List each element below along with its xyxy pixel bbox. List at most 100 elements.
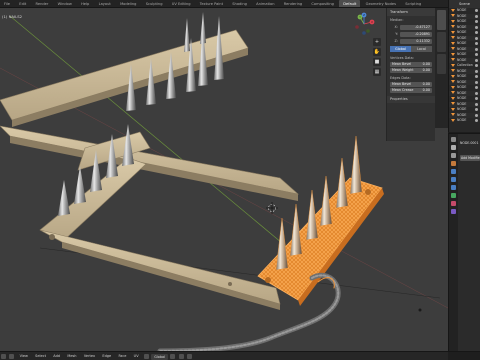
editor-type-icon[interactable] — [1, 354, 6, 359]
space-toggle: Global Local — [390, 46, 432, 52]
3d-viewport[interactable]: (1) NAILS2 X Y Z + ✋ ■ ▦ — [0, 8, 448, 351]
visibility-eye-icon[interactable] — [475, 113, 478, 117]
tab-shading[interactable]: Shading — [228, 0, 251, 7]
visibility-eye-icon[interactable] — [475, 86, 478, 90]
zoom-icon[interactable]: + — [373, 38, 381, 46]
global-toggle-button[interactable]: Global — [390, 46, 411, 52]
navigation-gizmo[interactable]: X Y Z — [352, 12, 376, 36]
visibility-eye-icon[interactable] — [475, 108, 478, 112]
visibility-eye-icon[interactable] — [475, 31, 478, 35]
visibility-eye-icon[interactable] — [475, 80, 478, 84]
menu-face[interactable]: Face — [115, 352, 129, 360]
menu-window[interactable]: Window — [54, 0, 76, 7]
sidebar-tab-tool[interactable] — [437, 32, 446, 52]
menu-add[interactable]: Add — [50, 352, 63, 360]
modifier-wrench-icon[interactable] — [451, 169, 456, 174]
properties-section-header[interactable]: Properties — [387, 96, 435, 103]
output-icon[interactable] — [451, 153, 456, 158]
edges-data-label: Edges Data: — [390, 76, 411, 80]
visibility-eye-icon[interactable] — [475, 69, 478, 73]
particles-icon[interactable] — [451, 177, 456, 182]
menu-select[interactable]: Select — [32, 352, 49, 360]
tool-icon[interactable] — [451, 137, 456, 142]
tab-rendering[interactable]: Rendering — [280, 0, 306, 7]
outliner-row-label: NODE — [457, 35, 467, 40]
svg-text:X: X — [371, 20, 373, 24]
tab-sculpting[interactable]: Sculpting — [142, 0, 167, 7]
outliner-row[interactable]: NODE — [449, 118, 480, 124]
sidebar-tab-item[interactable] — [437, 10, 446, 30]
visibility-eye-icon[interactable] — [475, 102, 478, 106]
visibility-eye-icon[interactable] — [475, 91, 478, 95]
visibility-eye-icon[interactable] — [475, 25, 478, 29]
tab-modeling[interactable]: Modeling — [116, 0, 140, 7]
outliner-row-label: NODE — [457, 13, 467, 18]
visibility-eye-icon[interactable] — [475, 47, 478, 51]
outliner-row-label: NODE — [457, 24, 467, 29]
edit-mode-icon[interactable] — [9, 354, 15, 359]
tab-uv-editing[interactable]: UV Editing — [168, 0, 195, 7]
selected-plate — [257, 177, 384, 306]
visibility-eye-icon[interactable] — [475, 97, 478, 101]
transform-header[interactable]: Transform — [387, 8, 435, 16]
tab-scripting[interactable]: Scripting — [401, 0, 425, 7]
median-x-field[interactable]: -0.47127 — [400, 24, 432, 30]
edge-mean-crease-field[interactable]: Mean Crease 0.00 — [390, 88, 432, 93]
properties-tab-column — [449, 134, 458, 352]
render-icon[interactable] — [451, 145, 456, 150]
visibility-eye-icon[interactable] — [475, 58, 478, 62]
tab-texture-paint[interactable]: Texture Paint — [196, 0, 227, 7]
vertex-mean-weight-field[interactable]: Mean Weight 0.00 — [390, 68, 432, 73]
local-toggle-button[interactable]: Local — [411, 46, 432, 52]
menu-uv[interactable]: UV — [131, 352, 142, 360]
object-data-icon[interactable] — [451, 193, 456, 198]
visibility-eye-icon[interactable] — [475, 42, 478, 46]
visibility-eye-icon[interactable] — [475, 36, 478, 40]
visibility-eye-icon[interactable] — [475, 64, 478, 68]
menu-file[interactable]: File — [0, 0, 14, 7]
menu-view[interactable]: View — [17, 352, 31, 360]
physics-icon[interactable] — [451, 185, 456, 190]
visibility-eye-icon[interactable] — [475, 75, 478, 79]
grid-icon[interactable]: ▦ — [373, 68, 381, 76]
visibility-eye-icon[interactable] — [475, 14, 478, 18]
tab-default[interactable]: Default — [339, 0, 361, 7]
mesh-object-icon — [451, 25, 455, 28]
outliner-row-label: NODE — [457, 57, 467, 62]
outliner-scene-title[interactable]: Scene — [449, 0, 480, 8]
texture-icon[interactable] — [451, 209, 456, 214]
add-modifier-button[interactable]: Add Modifier — [460, 155, 480, 161]
properties-object-name: NODE.0001 — [460, 141, 479, 145]
menu-render[interactable]: Render — [32, 0, 53, 7]
camera-icon[interactable]: ■ — [373, 58, 381, 66]
tab-geometry-nodes[interactable]: Geometry Nodes — [362, 0, 400, 7]
menu-edge[interactable]: Edge — [99, 352, 114, 360]
pivot-icon[interactable] — [170, 354, 176, 359]
material-icon[interactable] — [451, 201, 456, 206]
edge-mean-bevel-field[interactable]: Mean Bevel 0.00 — [390, 82, 432, 87]
tab-compositing[interactable]: Compositing — [307, 0, 338, 7]
outliner-list: NODE NODE NODE NODE NODE NODE NODE NODE NODE NODE… — [449, 8, 480, 124]
tab-layout[interactable]: Layout — [95, 0, 115, 7]
menu-vertex[interactable]: Vertex — [81, 352, 98, 360]
mesh-object-icon — [451, 63, 455, 67]
object-icon[interactable] — [451, 161, 456, 166]
vertex-mean-bevel-field[interactable]: Mean Bevel 0.00 — [390, 62, 432, 67]
menu-help[interactable]: Help — [77, 0, 93, 7]
mesh-object-icon — [451, 58, 455, 61]
visibility-eye-icon[interactable] — [475, 53, 478, 57]
tab-animation[interactable]: Animation — [252, 0, 278, 7]
sidebar-tab-view[interactable] — [437, 54, 446, 74]
transform-orientation-dropdown[interactable]: Global — [151, 353, 169, 360]
transform-orientation-icon[interactable] — [143, 354, 149, 359]
menu-mesh[interactable]: Mesh — [64, 352, 79, 360]
visibility-eye-icon[interactable] — [475, 9, 478, 13]
proportional-edit-icon[interactable] — [186, 354, 192, 359]
snap-icon[interactable] — [178, 354, 184, 359]
visibility-eye-icon[interactable] — [475, 119, 478, 123]
menu-edit[interactable]: Edit — [15, 0, 30, 7]
median-z-field[interactable]: 0.11332 — [400, 38, 432, 44]
median-y-field[interactable]: -0.20891 — [400, 31, 432, 37]
pan-hand-icon[interactable]: ✋ — [373, 48, 381, 56]
visibility-eye-icon[interactable] — [475, 20, 478, 24]
